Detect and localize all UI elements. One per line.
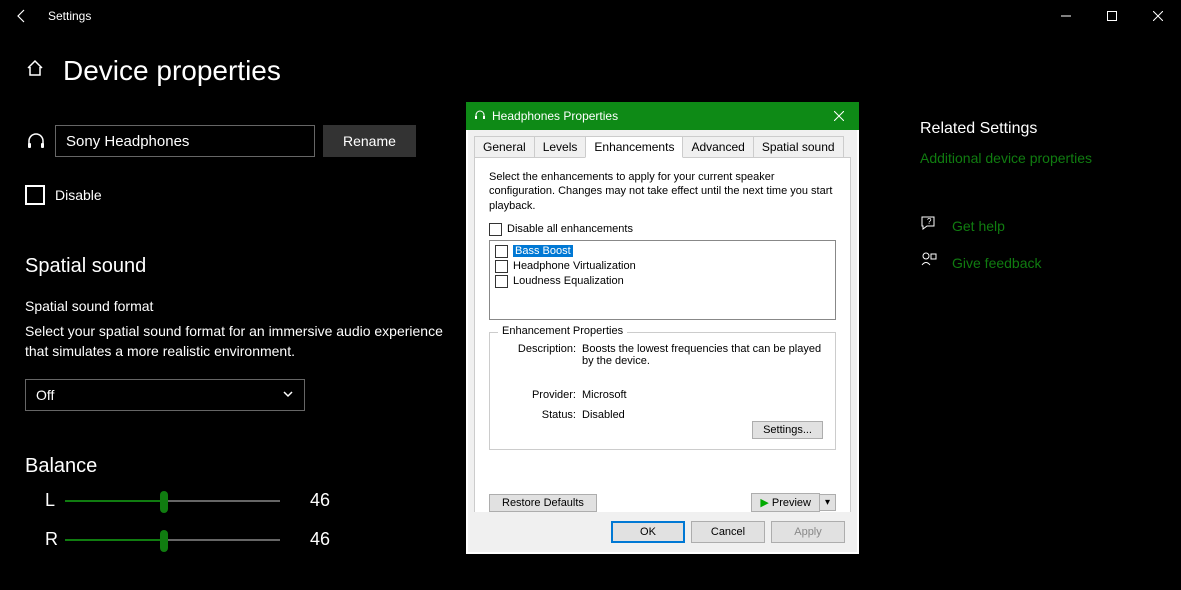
back-button[interactable]	[0, 0, 44, 32]
status-value: Disabled	[582, 409, 823, 421]
dialog-title: Headphones Properties	[492, 109, 618, 123]
give-feedback-link[interactable]: Give feedback	[920, 251, 1160, 274]
preview-label: Preview	[772, 497, 811, 509]
svg-text:?: ?	[927, 217, 932, 226]
dialog-close-button[interactable]	[819, 102, 859, 130]
bass-boost-checkbox[interactable]	[495, 245, 508, 258]
disable-checkbox[interactable]	[25, 185, 45, 205]
provider-label: Provider:	[502, 389, 582, 401]
enhancement-bass-boost[interactable]: Bass Boost	[493, 244, 832, 259]
headphones-properties-dialog: Headphones Properties General Levels Enh…	[466, 102, 859, 554]
balance-right-value: 46	[310, 529, 330, 550]
loudness-equalization-checkbox[interactable]	[495, 275, 508, 288]
rename-button[interactable]: Rename	[323, 125, 416, 157]
get-help-label: Get help	[952, 218, 1005, 234]
spatial-sound-format-label: Spatial sound format	[25, 298, 465, 314]
dialog-titlebar[interactable]: Headphones Properties	[466, 102, 859, 130]
chevron-down-icon	[282, 387, 294, 403]
apply-button[interactable]: Apply	[771, 521, 845, 543]
status-label: Status:	[502, 409, 582, 421]
enhancement-properties-group: Enhancement Properties Description: Boos…	[489, 332, 836, 450]
loudness-equalization-label: Loudness Equalization	[513, 275, 624, 287]
device-name-input[interactable]	[55, 125, 315, 157]
enhancement-properties-legend: Enhancement Properties	[498, 325, 627, 337]
balance-right-slider[interactable]	[65, 530, 280, 550]
minimize-icon	[1061, 11, 1071, 21]
close-window-button[interactable]	[1135, 0, 1181, 32]
headphones-small-icon	[474, 109, 486, 124]
ok-button[interactable]: OK	[611, 521, 685, 543]
enhancements-list[interactable]: Bass Boost Headphone Virtualization Loud…	[489, 240, 836, 320]
maximize-icon	[1107, 11, 1117, 21]
tab-levels[interactable]: Levels	[534, 136, 587, 157]
provider-value: Microsoft	[582, 389, 823, 401]
headphone-virtualization-checkbox[interactable]	[495, 260, 508, 273]
balance-right-label: R	[25, 529, 55, 550]
headphones-icon	[25, 131, 47, 151]
window-title: Settings	[44, 9, 91, 23]
spatial-sound-dropdown[interactable]: Off	[25, 379, 305, 411]
disable-all-enhancements-checkbox[interactable]	[489, 223, 502, 236]
enhancement-headphone-virtualization[interactable]: Headphone Virtualization	[493, 259, 832, 274]
balance-left-slider[interactable]	[65, 491, 280, 511]
tab-spatial-sound[interactable]: Spatial sound	[753, 136, 844, 157]
tab-enhancements[interactable]: Enhancements	[585, 136, 683, 158]
arrow-left-icon	[14, 8, 30, 24]
close-icon	[1153, 11, 1163, 21]
description-value: Boosts the lowest frequencies that can b…	[582, 343, 823, 367]
spatial-sound-selected: Off	[36, 387, 54, 403]
tab-general[interactable]: General	[474, 136, 535, 157]
description-label: Description:	[502, 343, 582, 367]
get-help-link[interactable]: ? Get help	[920, 214, 1160, 237]
restore-defaults-button[interactable]: Restore Defaults	[489, 494, 597, 512]
preview-button[interactable]: ▶ Preview	[751, 493, 820, 512]
close-icon	[834, 111, 844, 121]
balance-left-value: 46	[310, 490, 330, 511]
feedback-icon	[920, 251, 938, 274]
balance-left-label: L	[25, 490, 55, 511]
page-title: Device properties	[63, 55, 281, 87]
minimize-button[interactable]	[1043, 0, 1089, 32]
preview-dropdown-button[interactable]: ▾	[820, 494, 836, 511]
enhancements-intro-text: Select the enhancements to apply for you…	[489, 170, 836, 213]
help-icon: ?	[920, 214, 938, 237]
spatial-sound-description: Select your spatial sound format for an …	[25, 322, 465, 361]
cancel-button[interactable]: Cancel	[691, 521, 765, 543]
related-settings-heading: Related Settings	[920, 120, 1160, 138]
give-feedback-label: Give feedback	[952, 255, 1042, 271]
headphone-virtualization-label: Headphone Virtualization	[513, 260, 636, 272]
disable-all-enhancements-label: Disable all enhancements	[507, 223, 633, 235]
enhancement-settings-button[interactable]: Settings...	[752, 421, 823, 439]
enhancement-loudness-equalization[interactable]: Loudness Equalization	[493, 274, 832, 289]
maximize-button[interactable]	[1089, 0, 1135, 32]
home-icon[interactable]	[25, 58, 45, 84]
spatial-sound-heading: Spatial sound	[25, 255, 465, 278]
disable-label: Disable	[55, 187, 102, 203]
balance-heading: Balance	[25, 455, 330, 478]
additional-device-properties-link[interactable]: Additional device properties	[920, 150, 1160, 166]
bass-boost-label: Bass Boost	[513, 245, 573, 257]
play-icon: ▶	[760, 496, 768, 509]
tab-advanced[interactable]: Advanced	[682, 136, 753, 157]
